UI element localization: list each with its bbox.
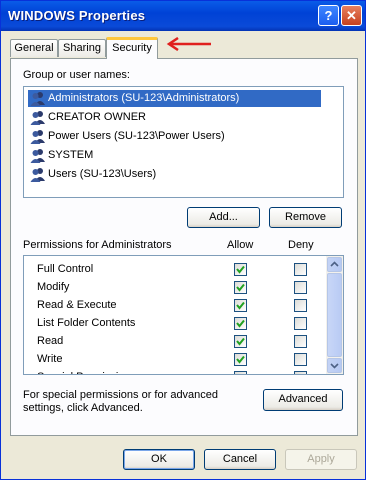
- allow-checkbox[interactable]: [234, 281, 247, 294]
- checkmark-icon: [236, 301, 245, 310]
- deny-column-header: Deny: [288, 239, 314, 251]
- add-button[interactable]: Add...: [187, 207, 260, 228]
- list-item-label: CREATOR OWNER: [48, 111, 146, 123]
- list-item[interactable]: Administrators (SU-123\Administrators): [28, 90, 321, 107]
- permissions-list: Full Control Modify Read & Execute List Fol…: [23, 255, 344, 375]
- list-item-label: Power Users (SU-123\Power Users): [48, 130, 225, 142]
- remove-button[interactable]: Remove: [269, 207, 342, 228]
- user-group-icon: [30, 111, 45, 125]
- checkmark-icon: [236, 337, 245, 346]
- permission-name: List Folder Contents: [37, 317, 136, 329]
- user-group-icon: [30, 168, 45, 182]
- deny-checkbox[interactable]: [294, 371, 307, 374]
- list-item[interactable]: Users (SU-123\Users): [28, 166, 160, 183]
- properties-dialog: WINDOWS Properties ? ✕ General Sharing S…: [0, 0, 366, 480]
- group-list-label: Group or user names:: [23, 69, 130, 81]
- user-group-icon: [30, 149, 45, 163]
- permission-name: Special Permissions: [37, 368, 136, 374]
- apply-button[interactable]: Apply: [285, 449, 357, 470]
- allow-checkbox[interactable]: [234, 299, 247, 312]
- user-group-icon: [30, 92, 45, 106]
- scroll-thumb[interactable]: [327, 273, 342, 357]
- allow-column-header: Allow: [227, 239, 254, 251]
- scroll-down-button[interactable]: [327, 358, 342, 373]
- allow-checkbox[interactable]: [234, 353, 247, 366]
- list-item-label: SYSTEM: [48, 149, 94, 161]
- checkmark-icon: [236, 265, 245, 274]
- ok-button[interactable]: OK: [123, 449, 195, 470]
- checkmark-icon: [236, 283, 245, 292]
- list-item-label: Administrators (SU-123\Administrators): [48, 92, 240, 104]
- permission-name: Read: [37, 335, 64, 347]
- list-item[interactable]: Power Users (SU-123\Power Users): [28, 128, 229, 145]
- deny-checkbox[interactable]: [294, 299, 307, 312]
- permission-name: Full Control: [37, 263, 94, 275]
- close-icon: ✕: [346, 8, 357, 23]
- red-arrow-annotation: [166, 37, 211, 51]
- deny-checkbox[interactable]: [294, 281, 307, 294]
- help-button[interactable]: ?: [318, 5, 339, 26]
- permission-name: Read & Execute: [37, 299, 117, 311]
- cancel-button[interactable]: Cancel: [204, 449, 276, 470]
- scroll-up-button[interactable]: [327, 257, 342, 272]
- deny-checkbox[interactable]: [294, 353, 307, 366]
- window-title: WINDOWS Properties: [8, 8, 146, 23]
- deny-checkbox[interactable]: [294, 317, 307, 330]
- permission-name: Modify: [37, 281, 70, 293]
- chevron-down-icon: [330, 363, 339, 369]
- advanced-info-text: For special permissions or for advanced …: [23, 389, 219, 414]
- advanced-button[interactable]: Advanced: [263, 389, 343, 411]
- list-item[interactable]: CREATOR OWNER: [28, 109, 150, 126]
- list-item-label: Users (SU-123\Users): [48, 168, 157, 180]
- permissions-scrollbar[interactable]: [326, 256, 343, 374]
- user-group-icon: [30, 130, 45, 144]
- deny-checkbox[interactable]: [294, 335, 307, 348]
- chevron-up-icon: [330, 261, 339, 267]
- close-button[interactable]: ✕: [341, 5, 362, 26]
- allow-checkbox[interactable]: [234, 335, 247, 348]
- title-bar[interactable]: WINDOWS Properties ? ✕: [1, 1, 365, 31]
- permissions-label: Permissions for Administrators: [23, 239, 172, 251]
- tab-security[interactable]: Security: [106, 37, 158, 59]
- checkmark-icon: [236, 355, 245, 364]
- tab-sharing[interactable]: Sharing: [58, 39, 106, 57]
- permission-name: Write: [37, 353, 63, 365]
- allow-checkbox[interactable]: [234, 371, 247, 374]
- list-item[interactable]: SYSTEM: [28, 147, 97, 164]
- allow-checkbox[interactable]: [234, 263, 247, 276]
- deny-checkbox[interactable]: [294, 263, 307, 276]
- tab-general[interactable]: General: [10, 39, 58, 57]
- group-user-list[interactable]: Administrators (SU-123\Administrators) CR…: [23, 86, 344, 198]
- checkmark-icon: [236, 319, 245, 328]
- allow-checkbox[interactable]: [234, 317, 247, 330]
